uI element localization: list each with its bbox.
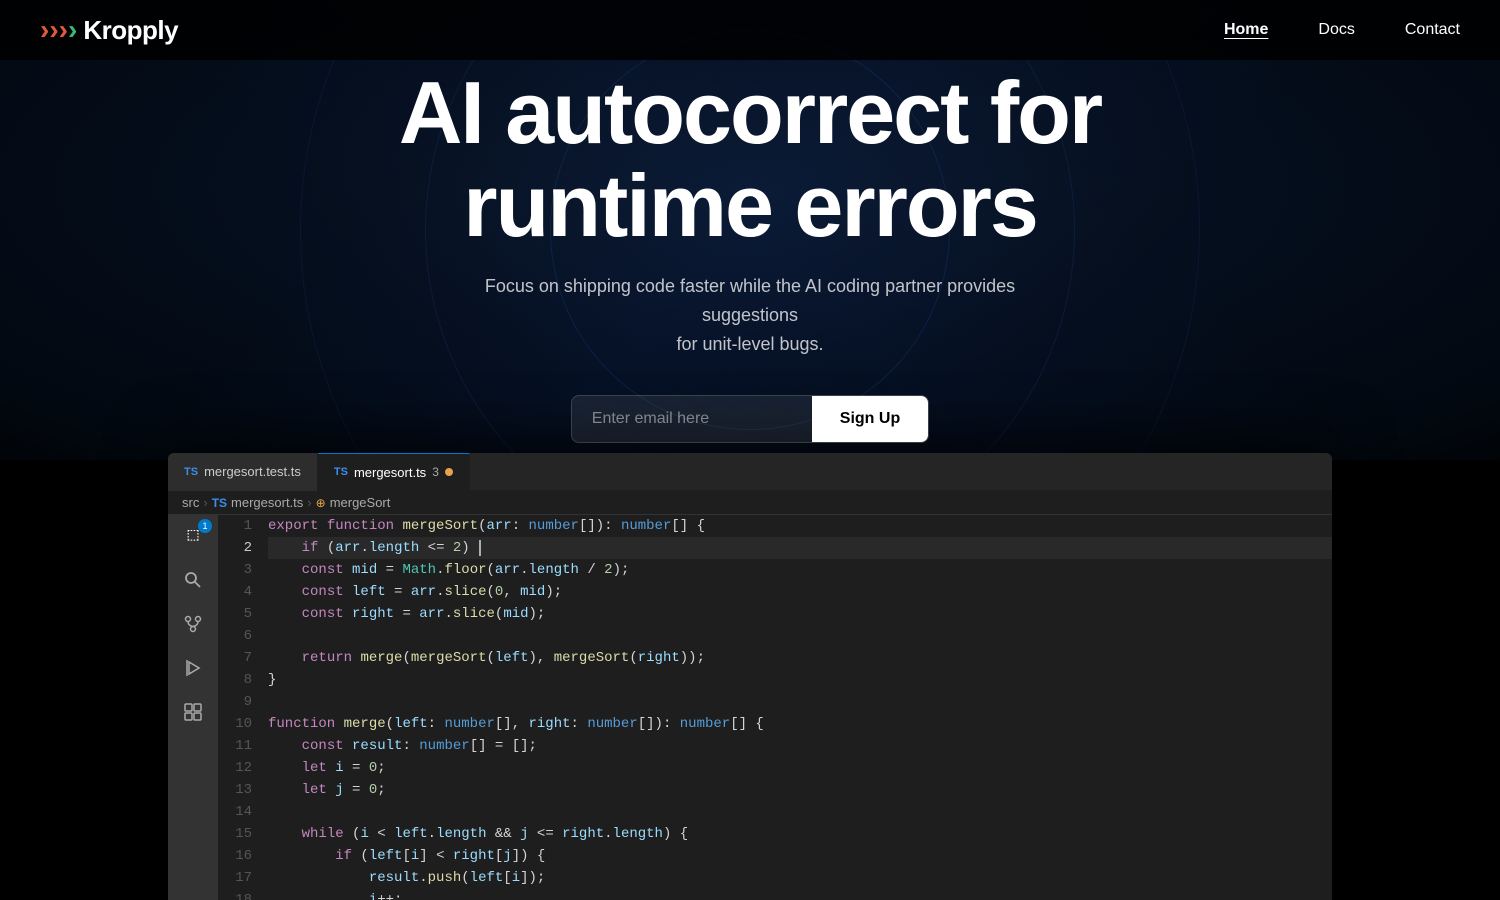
code-line-12: let i = 0; [268, 757, 1332, 779]
breadcrumb-src: src [182, 495, 199, 510]
extensions-icon[interactable] [180, 699, 206, 725]
logo-text: Kropply [83, 15, 178, 46]
ts-badge-active: TS [334, 466, 348, 478]
editor-tab-bar: TS mergesort.test.ts TS mergesort.ts 3 [168, 453, 1332, 491]
nav-contact[interactable]: Contact [1405, 21, 1460, 39]
hero-title: AI autocorrect for runtime errors [399, 67, 1101, 252]
code-line-4: const left = arr.slice(0, mid); [268, 581, 1332, 603]
activity-bar: ⬚ 1 [168, 515, 218, 900]
arrow4-icon: › [68, 16, 77, 44]
code-line-11: const result: number[] = []; [268, 735, 1332, 757]
code-line-7: return merge(mergeSort(left), mergeSort(… [268, 647, 1332, 669]
code-line-3: const mid = Math.floor(arr.length / 2); [268, 559, 1332, 581]
editor-body: ⬚ 1 [168, 515, 1332, 900]
nav-links: Home Docs Contact [1224, 21, 1460, 39]
code-line-18: i++; [268, 889, 1332, 900]
badge-count: 1 [198, 519, 212, 533]
code-line-16: if (left[i] < right[j]) { [268, 845, 1332, 867]
code-line-1: export function mergeSort(arr: number[])… [268, 515, 1332, 537]
breadcrumb-ts: TS [212, 496, 227, 510]
tab-label-active: mergesort.ts [354, 465, 426, 480]
hero-title-line1: AI autocorrect for [399, 63, 1101, 162]
navbar: › › › › Kropply Home Docs Contact [0, 0, 1500, 60]
code-line-8: } [268, 669, 1332, 691]
tab-mergesort-test[interactable]: TS mergesort.test.ts [168, 453, 318, 491]
breadcrumb-fn: mergeSort [330, 495, 391, 510]
files-icon[interactable]: ⬚ 1 [180, 523, 206, 549]
arrow2-icon: › [49, 16, 58, 44]
breadcrumb-sep1: › [203, 495, 207, 510]
code-editor: TS mergesort.test.ts TS mergesort.ts 3 s… [168, 453, 1332, 900]
hero-content: AI autocorrect for runtime errors Focus … [399, 17, 1101, 442]
function-icon: ⊕ [316, 496, 326, 510]
code-line-15: while (i < left.length && j <= right.len… [268, 823, 1332, 845]
code-line-9 [268, 691, 1332, 713]
logo[interactable]: › › › › Kropply [40, 15, 178, 46]
logo-arrows: › › › › [40, 16, 77, 44]
code-line-2: if (arr.length <= 2) [268, 537, 1332, 559]
code-line-14 [268, 801, 1332, 823]
breadcrumb-sep2: › [307, 495, 311, 510]
code-line-6 [268, 625, 1332, 647]
hero-title-line2: runtime errors [463, 156, 1037, 255]
code-line-5: const right = arr.slice(mid); [268, 603, 1332, 625]
nav-home[interactable]: Home [1224, 21, 1268, 39]
nav-docs[interactable]: Docs [1318, 21, 1354, 39]
hero-section: AI autocorrect for runtime errors Focus … [0, 0, 1500, 460]
tab-modified-dot [445, 468, 453, 476]
code-line-17: result.push(left[i]); [268, 867, 1332, 889]
hero-subtitle: Focus on shipping code faster while the … [470, 272, 1030, 358]
code-line-10: function merge(left: number[], right: nu… [268, 713, 1332, 735]
ts-badge: TS [184, 466, 198, 478]
line-numbers: 1 2 3 4 5 6 7 8 9 10 11 12 13 14 15 16 1… [218, 515, 264, 900]
email-input[interactable] [572, 396, 812, 442]
breadcrumb-file: mergesort.ts [231, 495, 303, 510]
code-line-13: let j = 0; [268, 779, 1332, 801]
code-content: export function mergeSort(arr: number[])… [264, 515, 1332, 900]
source-control-icon[interactable] [180, 611, 206, 637]
search-icon[interactable] [180, 567, 206, 593]
arrow1-icon: › [40, 16, 49, 44]
tab-mergesort[interactable]: TS mergesort.ts 3 [318, 453, 470, 491]
arrow3-icon: › [59, 16, 68, 44]
tab-label-test: mergesort.test.ts [204, 464, 301, 479]
email-form: Sign Up [571, 395, 929, 443]
editor-breadcrumb: src › TS mergesort.ts › ⊕ mergeSort [168, 491, 1332, 515]
tab-number: 3 [432, 465, 439, 479]
run-icon[interactable] [180, 655, 206, 681]
signup-button[interactable]: Sign Up [812, 396, 928, 442]
